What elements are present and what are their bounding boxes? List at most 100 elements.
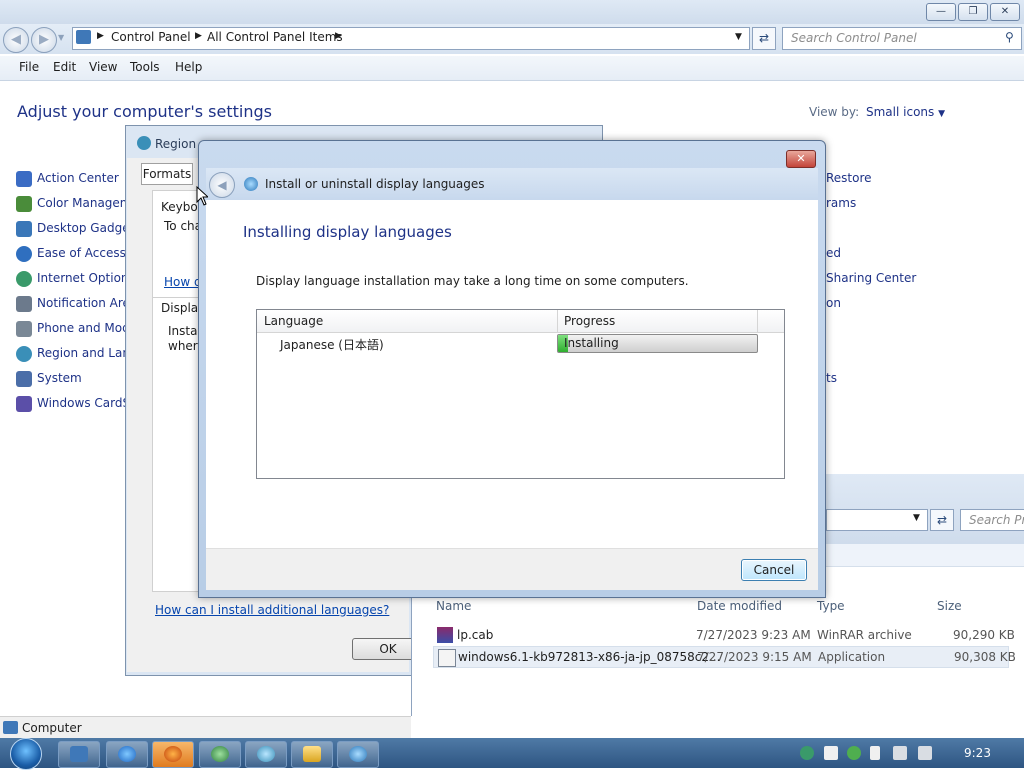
explorer-command-bar (826, 544, 1024, 567)
install-languages-link[interactable]: How can I install additional languages? (155, 603, 389, 617)
back-button[interactable]: ◀ (209, 172, 235, 198)
cp-item-label: Ease of Access C (37, 246, 126, 260)
back-button[interactable]: ◀ (3, 27, 29, 53)
close-icon: ✕ (796, 152, 806, 165)
breadcrumb-all-items[interactable]: All Control Panel Items (207, 30, 343, 44)
cp-item-color-management[interactable]: Color Manageme (16, 195, 126, 213)
forward-button[interactable]: ▶ (31, 27, 57, 53)
keyboard-text: To cha (164, 219, 203, 233)
taskbar-control-panel[interactable] (58, 741, 100, 768)
taskbar-clock[interactable]: 9:23 (964, 746, 991, 760)
close-button[interactable]: ✕ (990, 3, 1020, 21)
cp-item-notification-area[interactable]: Notification Area (16, 295, 126, 313)
explorer-address-bar[interactable]: ▼ (826, 509, 928, 531)
column-name[interactable]: Name (436, 599, 471, 613)
firefox-icon (164, 746, 182, 762)
winrar-archive-icon (437, 627, 453, 643)
cp-item-network-sharing[interactable]: Sharing Center (826, 271, 916, 285)
breadcrumb-separator-icon: ▶ (97, 31, 104, 41)
flag-tray-icon[interactable] (870, 746, 880, 760)
control-panel-icon (76, 30, 91, 44)
menu-file[interactable]: File (19, 60, 39, 74)
taskbar-firefox[interactable] (152, 741, 194, 768)
explorer-search-input[interactable]: Search Pro (960, 509, 1024, 531)
mouse-cursor-icon (196, 186, 208, 206)
maximize-button[interactable]: ❐ (958, 3, 988, 21)
taskbar-internet-explorer[interactable] (106, 741, 148, 768)
address-dropdown-icon[interactable]: ▼ (735, 32, 742, 42)
install-dialog-footer (206, 548, 818, 590)
column-size[interactable]: Size (937, 599, 962, 613)
file-name: windows6.1-kb972813-x86-ja-jp_08758c2... (458, 650, 721, 664)
menu-tools[interactable]: Tools (130, 60, 160, 74)
cp-item-ease-of-access[interactable]: Ease of Access C (16, 245, 126, 263)
column-type[interactable]: Type (817, 599, 845, 613)
cardspace-icon (16, 396, 32, 412)
cp-item-region-language[interactable]: Region and Lang (16, 345, 126, 363)
menu-view[interactable]: View (89, 60, 117, 74)
status-text: Computer (22, 721, 82, 735)
globe-icon (211, 746, 229, 762)
windows-logo-icon (10, 738, 42, 770)
cancel-button[interactable]: Cancel (741, 559, 807, 581)
cp-item-phone-modem[interactable]: Phone and Mode (16, 320, 126, 338)
file-row-selected[interactable]: windows6.1-kb972813-x86-ja-jp_08758c2...… (433, 646, 1016, 668)
cp-item-location[interactable]: on (826, 296, 841, 310)
application-icon (438, 649, 456, 667)
accessibility-icon (16, 246, 32, 262)
recent-pages-icon[interactable]: ▼ (58, 33, 64, 42)
cp-item-recovery[interactable]: Restore (826, 171, 872, 185)
close-button[interactable]: ✕ (786, 150, 816, 168)
cp-item-fonts[interactable]: ts (826, 371, 837, 385)
page-title: Adjust your computer's settings (17, 102, 272, 121)
view-by-dropdown[interactable]: Small icons ▼ (866, 105, 945, 119)
network-icon (257, 746, 275, 762)
cp-item-label: Region and Lang (37, 346, 126, 360)
breadcrumb-control-panel[interactable]: Control Panel (111, 30, 191, 44)
column-language[interactable]: Language (264, 314, 323, 328)
menu-edit[interactable]: Edit (53, 60, 76, 74)
search-input[interactable]: Search Control Panel ⚲ (782, 27, 1022, 50)
column-progress[interactable]: Progress (564, 314, 615, 328)
taskbar-globe-app[interactable] (199, 741, 241, 768)
cp-item-windows-cardspace[interactable]: Windows CardSp (16, 395, 126, 413)
taskbar-explorer[interactable] (291, 741, 333, 768)
cp-item-system[interactable]: System (16, 370, 126, 388)
globe-icon (16, 271, 32, 287)
tab-formats[interactable]: Formats (141, 163, 193, 185)
chevron-down-icon: ▼ (938, 109, 946, 119)
system-icon (16, 371, 32, 387)
refresh-button[interactable]: ⇄ (752, 27, 776, 50)
gadgets-icon (16, 221, 32, 237)
cp-item-personalization[interactable]: ed (826, 246, 841, 260)
address-dropdown-icon[interactable]: ▼ (913, 513, 920, 523)
document-tray-icon[interactable] (824, 746, 838, 760)
file-row[interactable]: lp.cab 7/27/2023 9:23 AM WinRAR archive … (433, 625, 1015, 645)
cp-item-desktop-gadgets[interactable]: Desktop Gadgets (16, 220, 126, 238)
file-name: lp.cab (457, 628, 494, 642)
search-icon[interactable]: ⚲ (1005, 30, 1014, 44)
security-tray-icon[interactable] (847, 746, 861, 760)
cp-item-label: Action Center (37, 171, 119, 185)
cp-item-programs[interactable]: rams (826, 196, 856, 210)
cp-item-internet-options[interactable]: Internet Options (16, 270, 126, 288)
display-tray-icon[interactable] (893, 746, 907, 760)
file-date: 7/27/2023 9:23 AM (696, 628, 811, 642)
keyboard-link[interactable]: How d (164, 275, 202, 289)
explorer-refresh-button[interactable]: ⇄ (930, 509, 954, 531)
cp-item-label: System (37, 371, 82, 385)
taskbar-network-app[interactable] (245, 741, 287, 768)
refresh-icon: ⇄ (936, 513, 948, 527)
taskbar-language-app[interactable] (337, 741, 379, 768)
volume-muted-icon[interactable] (918, 746, 932, 760)
menu-help[interactable]: Help (175, 60, 202, 74)
address-bar[interactable]: ▶ Control Panel ▶ All Control Panel Item… (72, 27, 750, 50)
breadcrumb-separator-icon: ▶ (195, 31, 202, 41)
column-date-modified[interactable]: Date modified (697, 599, 782, 613)
start-button[interactable] (6, 738, 46, 770)
cp-item-action-center[interactable]: Action Center (16, 170, 126, 188)
network-tray-icon[interactable] (800, 746, 814, 760)
column-divider[interactable] (757, 310, 758, 332)
minimize-button[interactable]: — (926, 3, 956, 21)
column-divider[interactable] (557, 310, 558, 332)
